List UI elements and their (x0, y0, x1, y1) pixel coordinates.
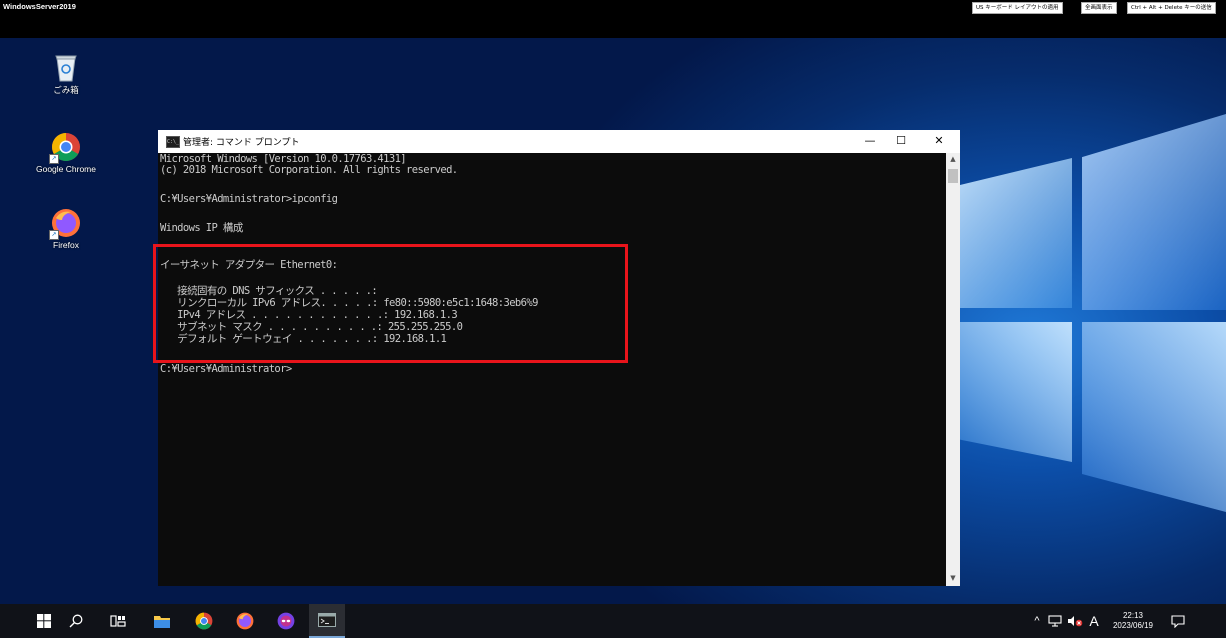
task-view-icon (110, 615, 126, 627)
window-title: 管理者: コマンド プロンプト (183, 138, 300, 148)
desktop-icon-recycle-bin[interactable]: ごみ箱 (30, 52, 102, 96)
taskbar-firefox-private[interactable] (270, 604, 302, 638)
session-title: WindowsServer2019 (3, 2, 76, 11)
remote-session-bar: WindowsServer2019 US キーボード レイアウトの適用 全画面表… (0, 0, 1226, 38)
clock-time: 22:13 (1122, 611, 1144, 620)
clock-date: 2023/06/19 (1112, 621, 1154, 630)
console-line: C:¥Users¥Administrator> (160, 363, 292, 375)
network-icon (1048, 615, 1062, 627)
search-button[interactable] (60, 604, 92, 638)
action-center-button[interactable] (1168, 604, 1188, 638)
input-method-indicator[interactable]: A (1086, 604, 1102, 638)
desktop-icon-google-chrome[interactable]: ↗ Google Chrome (30, 132, 102, 174)
scroll-down-arrow-icon[interactable]: ▼ (946, 574, 960, 584)
start-button[interactable] (28, 604, 60, 638)
taskbar-command-prompt[interactable] (309, 604, 345, 638)
clock[interactable]: 22:13 2023/06/19 (1108, 611, 1158, 631)
windows-logo-pane-bl (960, 322, 1072, 462)
notification-icon (1171, 614, 1185, 628)
firefox-private-icon (277, 612, 295, 630)
close-button[interactable]: ✕ (924, 133, 954, 149)
shortcut-arrow-icon: ↗ (49, 154, 59, 164)
send-ctrl-alt-delete-button[interactable]: Ctrl + Alt + Delete キーの送信 (1127, 2, 1216, 14)
minimize-button[interactable]: — (855, 133, 885, 149)
firefox-icon (236, 612, 254, 630)
volume-tray-button[interactable] (1066, 604, 1084, 638)
recycle-bin-label: ごみ箱 (53, 85, 79, 95)
console-line: (c) 2018 Microsoft Corporation. All righ… (160, 164, 458, 176)
taskbar-chrome[interactable] (188, 604, 220, 638)
network-tray-button[interactable] (1046, 604, 1064, 638)
vertical-scrollbar[interactable]: ▲ ▼ (946, 153, 960, 586)
console-line: Windows IP 構成 (160, 222, 243, 234)
speaker-muted-icon (1068, 616, 1083, 627)
command-prompt-icon (318, 613, 336, 627)
console-output[interactable]: Microsoft Windows [Version 10.0.17763.41… (158, 153, 946, 586)
task-view-button[interactable] (102, 604, 134, 638)
windows-logo-pane-br (1082, 322, 1226, 512)
console-line: C:¥Users¥Administrator>ipconfig (160, 193, 338, 205)
taskbar: ^ A 22:13 2023/06/19 (0, 604, 1226, 638)
maximize-button[interactable]: ☐ (886, 133, 916, 149)
windows-logo-pane-tr (1082, 114, 1226, 310)
highlight-box (153, 244, 628, 363)
search-icon (69, 614, 83, 628)
firefox-label: Firefox (53, 240, 79, 250)
windows-logo-pane-tl (960, 158, 1072, 308)
recycle-bin-icon (55, 55, 77, 82)
chrome-icon (195, 612, 213, 630)
window-titlebar[interactable]: C:\_ 管理者: コマンド プロンプト — ☐ ✕ (158, 130, 960, 153)
fullscreen-button[interactable]: 全画面表示 (1081, 2, 1117, 14)
scroll-thumb[interactable] (948, 169, 958, 183)
google-chrome-label: Google Chrome (35, 164, 96, 174)
file-explorer-icon (154, 615, 170, 628)
show-hidden-icons-button[interactable]: ^ (1030, 604, 1044, 638)
desktop-icon-firefox[interactable]: ↗ Firefox (30, 208, 102, 250)
taskbar-file-explorer[interactable] (146, 604, 178, 638)
shortcut-arrow-icon: ↗ (49, 230, 59, 240)
apply-us-keyboard-button[interactable]: US キーボード レイアウトの適用 (972, 2, 1063, 14)
scroll-up-arrow-icon[interactable]: ▲ (946, 155, 960, 165)
taskbar-firefox[interactable] (229, 604, 261, 638)
cmd-icon: C:\_ (166, 136, 180, 148)
windows-start-icon (37, 614, 51, 628)
